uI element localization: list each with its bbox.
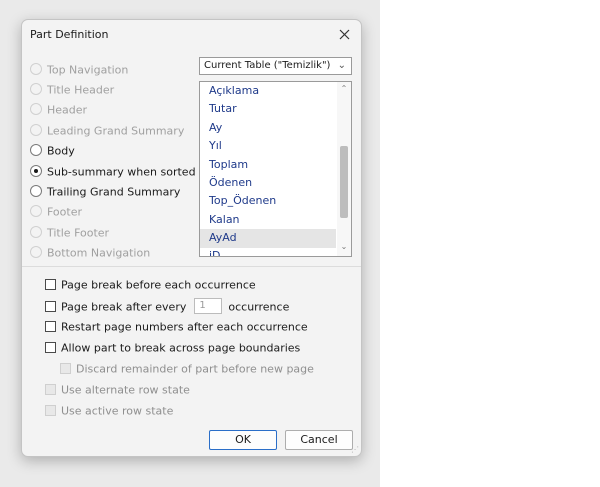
radio-label: Leading Grand Summary: [47, 124, 185, 138]
list-item[interactable]: Top_Ödenen: [200, 192, 336, 210]
radio-trailing-grand-summary[interactable]: Trailing Grand Summary: [30, 185, 180, 201]
radio-label: Body: [47, 144, 75, 158]
checkbox-icon: [45, 404, 56, 416]
field-list-items: Açıklama Tutar Ay Yıl Toplam Ödenen Top_…: [200, 82, 336, 256]
radio-label: Footer: [47, 205, 82, 219]
check-label: Use alternate row state: [61, 383, 190, 397]
radio-title-footer[interactable]: Title Footer: [30, 226, 109, 242]
option-restart-page-numbers[interactable]: Restart page numbers after each occurren…: [45, 320, 308, 336]
radio-icon: [30, 185, 42, 197]
section-divider: [22, 266, 361, 267]
option-alternate-row-state[interactable]: Use alternate row state: [45, 383, 190, 399]
ok-button[interactable]: OK: [209, 430, 277, 450]
list-item[interactable]: iD: [200, 248, 336, 256]
occurrence-count-field[interactable]: 1: [194, 298, 223, 314]
checkbox-icon: [45, 383, 56, 395]
radio-label: Trailing Grand Summary: [47, 185, 181, 199]
check-label: Restart page numbers after each occurren…: [61, 320, 308, 334]
radio-bottom-navigation[interactable]: Bottom Navigation: [30, 246, 150, 262]
radio-icon: [30, 63, 42, 75]
check-label: Page break before each occurrence: [61, 278, 256, 292]
check-label: Discard remainder of part before new pag…: [76, 362, 314, 376]
radio-label: Header: [47, 103, 88, 117]
dialog-title: Part Definition: [30, 28, 109, 41]
radio-label: Bottom Navigation: [47, 246, 151, 260]
radio-icon: [30, 103, 42, 115]
radio-icon: [30, 83, 42, 95]
radio-header[interactable]: Header: [30, 103, 87, 119]
check-label: Page break after every: [61, 300, 187, 314]
scroll-up-icon[interactable]: ⌃: [337, 84, 351, 96]
radio-icon: [30, 124, 42, 136]
list-scrollbar[interactable]: ⌃ ⌄: [337, 82, 351, 256]
check-label: Allow part to break across page boundari…: [61, 341, 301, 355]
radio-body[interactable]: Body: [30, 144, 75, 160]
scroll-thumb[interactable]: [340, 146, 348, 218]
radio-top-navigation[interactable]: Top Navigation: [30, 63, 128, 79]
radio-icon: [30, 226, 42, 238]
radio-label: Sub-summary when sorted by: [47, 165, 213, 179]
radio-icon: [30, 205, 42, 217]
list-item[interactable]: Tutar: [200, 100, 336, 118]
close-button[interactable]: [333, 25, 355, 45]
option-page-break-after[interactable]: Page break after every 1 occurrence: [45, 298, 290, 315]
option-allow-break[interactable]: Allow part to break across page boundari…: [45, 341, 300, 357]
list-item[interactable]: Ödenen: [200, 174, 336, 192]
radio-sub-summary[interactable]: Sub-summary when sorted by: [30, 165, 213, 181]
scroll-down-icon[interactable]: ⌄: [337, 242, 351, 254]
list-item[interactable]: Ay: [200, 119, 336, 137]
radio-title-header[interactable]: Title Header: [30, 83, 114, 99]
checkbox-icon: [60, 362, 71, 374]
chevron-down-icon: ⌄: [337, 60, 346, 71]
list-item[interactable]: Yıl: [200, 137, 336, 155]
radio-footer[interactable]: Footer: [30, 205, 82, 221]
option-discard-remainder[interactable]: Discard remainder of part before new pag…: [60, 362, 314, 378]
radio-icon: [30, 165, 42, 177]
radio-leading-grand-summary[interactable]: Leading Grand Summary: [30, 124, 184, 140]
list-item[interactable]: Toplam: [200, 156, 336, 174]
list-item-selected[interactable]: AyAd: [200, 229, 336, 248]
checkbox-icon: [45, 341, 56, 353]
table-select[interactable]: Current Table ("Temizlik") ⌄: [199, 57, 352, 75]
close-icon: [339, 29, 349, 40]
cancel-button[interactable]: Cancel: [285, 430, 353, 450]
radio-label: Top Navigation: [47, 63, 129, 77]
list-item[interactable]: Açıklama: [200, 82, 336, 100]
option-active-row-state[interactable]: Use active row state: [45, 404, 173, 420]
radio-label: Title Header: [47, 83, 115, 97]
radio-icon: [30, 144, 42, 156]
title-bar: Part Definition: [22, 20, 361, 50]
check-label: Use active row state: [61, 404, 174, 418]
occurrence-suffix: occurrence: [228, 300, 290, 314]
table-select-value: Current Table ("Temizlik"): [204, 60, 331, 71]
sort-field-list[interactable]: Açıklama Tutar Ay Yıl Toplam Ödenen Top_…: [199, 81, 352, 257]
checkbox-icon: [45, 278, 56, 290]
radio-label: Title Footer: [47, 226, 110, 240]
list-item[interactable]: Kalan: [200, 211, 336, 229]
checkbox-icon: [45, 320, 56, 332]
part-definition-dialog: Part Definition Top Navigation Title Hea…: [21, 19, 362, 457]
option-page-break-before[interactable]: Page break before each occurrence: [45, 278, 256, 294]
radio-icon: [30, 246, 42, 258]
checkbox-icon: [45, 300, 56, 312]
resize-grip-icon[interactable]: ⋰: [351, 445, 359, 454]
